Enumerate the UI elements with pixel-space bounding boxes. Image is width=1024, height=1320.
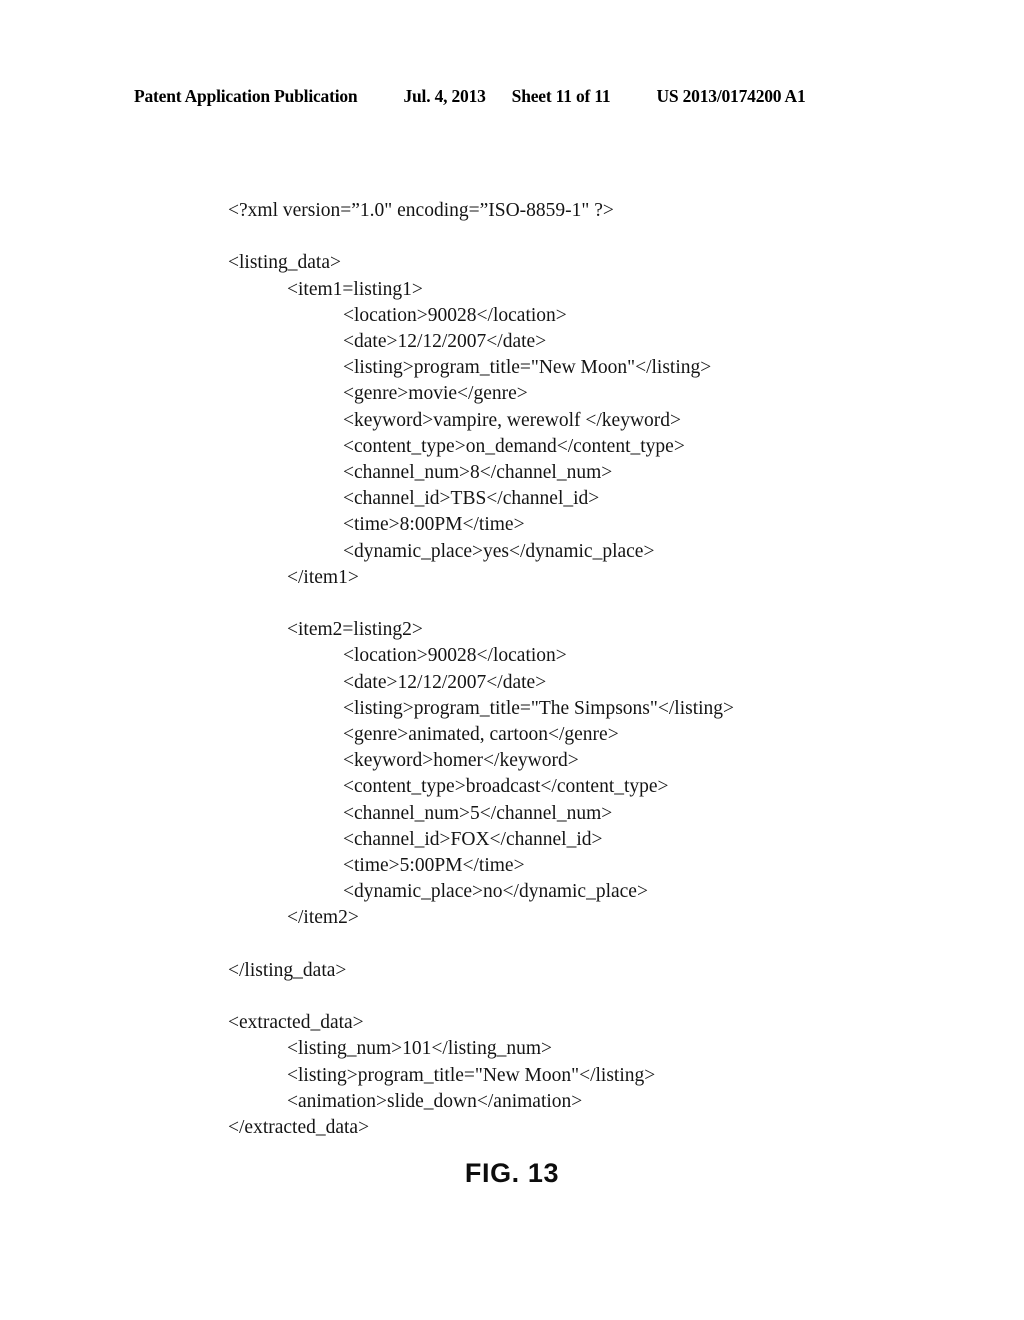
code-line: <keyword>vampire, werewolf </keyword> [343, 409, 682, 431]
code-line: <listing>program_title="New Moon"</listi… [287, 1064, 656, 1086]
patent-number: US 2013/0174200 A1 [656, 86, 806, 106]
code-line: <extracted_data> [228, 1012, 364, 1034]
code-line: <listing_num>101</listing_num> [287, 1038, 553, 1060]
publication-label: Patent Application Publication [134, 86, 358, 106]
code-line: <time>8:00PM</time> [343, 514, 525, 536]
code-line: <dynamic_place>yes</dynamic_place> [343, 540, 655, 562]
code-line: <?xml version=”1.0" encoding=”ISO-8859-1… [228, 200, 614, 221]
code-line: <time>5:00PM</time> [343, 855, 525, 877]
code-line: <listing>program_title="The Simpsons"</l… [343, 697, 735, 719]
code-line: <genre>movie</genre> [343, 383, 528, 405]
figure-caption: FIG. 13 [464, 1158, 560, 1188]
code-line: <location>90028</location> [343, 304, 567, 326]
code-line: <animation>slide_down</animation> [287, 1090, 583, 1112]
code-line: <dynamic_place>no</dynamic_place> [343, 881, 648, 903]
code-line: <channel_num>8</channel_num> [343, 462, 613, 484]
code-line: <genre>animated, cartoon</genre> [343, 724, 619, 746]
code-line: <channel_id>TBS</channel_id> [343, 488, 600, 510]
code-line: <location>90028</location> [343, 645, 567, 667]
code-line: <keyword>homer</keyword> [343, 750, 579, 772]
code-line: <date>12/12/2007</date> [343, 331, 547, 352]
sheet-number: Sheet 11 of 11 [511, 86, 611, 106]
code-line: </listing_data> [228, 959, 347, 981]
code-line: <channel_num>5</channel_num> [343, 802, 613, 824]
code-line: </item2> [287, 907, 359, 929]
code-line: <item1=listing1> [287, 278, 423, 300]
publication-date: Jul. 4, 2013 [403, 86, 486, 106]
code-line: <content_type>on_demand</content_type> [343, 435, 685, 457]
code-line: </item1> [287, 566, 359, 588]
xml-code-listing: <?xml version=”1.0" encoding=”ISO-8859-1… [228, 198, 968, 1141]
code-line: <content_type>broadcast</content_type> [343, 776, 669, 798]
code-line: </extracted_data> [228, 1117, 370, 1139]
code-line: <listing_data> [228, 252, 341, 274]
code-line: <listing>program_title="New Moon"</listi… [343, 357, 712, 379]
code-line: <date>12/12/2007</date> [343, 671, 547, 693]
patent-running-header: Patent Application Publication Jul. 4, 2… [134, 86, 890, 107]
code-line: <channel_id>FOX</channel_id> [343, 828, 603, 850]
code-line: <item2=listing2> [287, 619, 423, 641]
